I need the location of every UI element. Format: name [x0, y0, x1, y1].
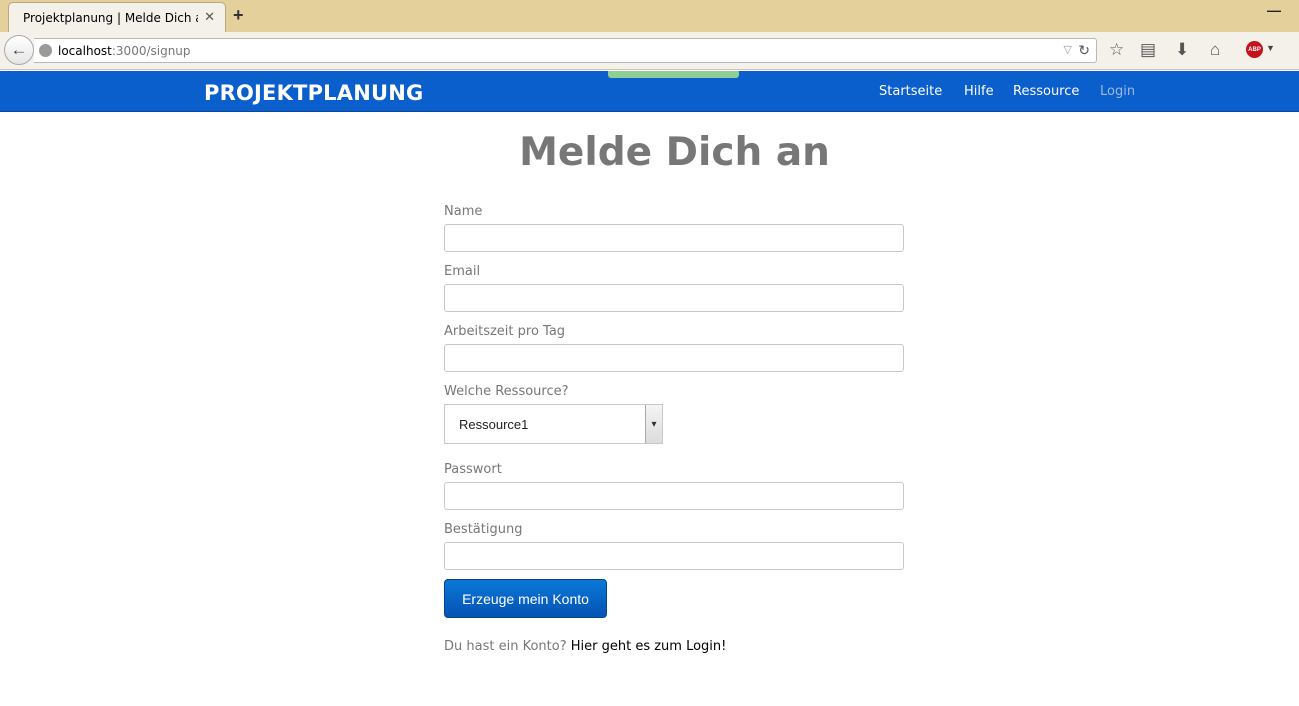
- url-dropdown-icon[interactable]: ▽: [1064, 43, 1072, 56]
- new-tab-icon[interactable]: +: [233, 5, 244, 26]
- adblock-icon[interactable]: ABP: [1246, 41, 1263, 58]
- home-icon[interactable]: ⌂: [1210, 40, 1220, 60]
- password-input[interactable]: [444, 482, 904, 510]
- nav-hilfe[interactable]: Hilfe: [964, 84, 994, 99]
- confirm-password-input[interactable]: [444, 542, 904, 570]
- close-tab-icon[interactable]: ✕: [204, 9, 215, 25]
- url-host: localhost: [58, 44, 112, 58]
- name-label: Name: [444, 204, 483, 219]
- chevron-down-icon[interactable]: ▾: [645, 405, 662, 443]
- flash-strip: [608, 71, 739, 78]
- browser-tab[interactable]: Projektplanung | Melde Dich an ✕: [8, 2, 226, 32]
- minimize-window-icon[interactable]: —: [1267, 2, 1281, 18]
- name-input[interactable]: [444, 224, 904, 252]
- address-bar[interactable]: localhost:3000/signup ▽ ↻: [34, 38, 1097, 63]
- login-prompt: Du hast ein Konto? Hier geht es zum Logi…: [444, 639, 726, 654]
- url-text[interactable]: localhost:3000/signup: [58, 44, 191, 58]
- reading-list-icon[interactable]: ▤: [1140, 40, 1156, 60]
- tab-title: Projektplanung | Melde Dich an: [23, 10, 198, 25]
- login-prompt-text: Du hast ein Konto?: [444, 639, 567, 654]
- nav-startseite[interactable]: Startseite: [879, 84, 942, 99]
- hours-input[interactable]: [444, 344, 904, 372]
- password-label: Passwort: [444, 462, 502, 477]
- nav-ressource[interactable]: Ressource: [1013, 84, 1079, 99]
- back-button[interactable]: ←: [4, 35, 34, 65]
- chevron-down-icon[interactable]: ▼: [1266, 43, 1275, 53]
- hours-label: Arbeitszeit pro Tag: [444, 324, 566, 339]
- nav-login[interactable]: Login: [1100, 84, 1135, 99]
- email-input[interactable]: [444, 284, 904, 312]
- resource-label: Welche Ressource?: [444, 384, 569, 399]
- email-label: Email: [444, 264, 481, 279]
- page-title: Melde Dich an: [519, 130, 830, 175]
- url-path: :3000/signup: [111, 44, 191, 58]
- reload-icon[interactable]: ↻: [1078, 42, 1090, 59]
- confirm-label: Bestätigung: [444, 522, 523, 537]
- resource-select-value: Ressource1: [459, 417, 529, 432]
- browser-toolbar: localhost:3000/signup ▽ ↻ ←: [0, 32, 1299, 70]
- globe-icon: [39, 44, 52, 57]
- bookmark-star-icon[interactable]: ☆: [1109, 40, 1124, 60]
- resource-select[interactable]: Ressource1 ▾: [444, 404, 663, 444]
- back-arrow-icon: ←: [10, 40, 28, 59]
- download-icon[interactable]: ⬇: [1175, 40, 1189, 60]
- create-account-button[interactable]: Erzeuge mein Konto: [444, 579, 607, 618]
- login-link[interactable]: Hier geht es zum Login!: [571, 639, 727, 654]
- site-logo[interactable]: PROJEKTPLANUNG: [204, 81, 423, 105]
